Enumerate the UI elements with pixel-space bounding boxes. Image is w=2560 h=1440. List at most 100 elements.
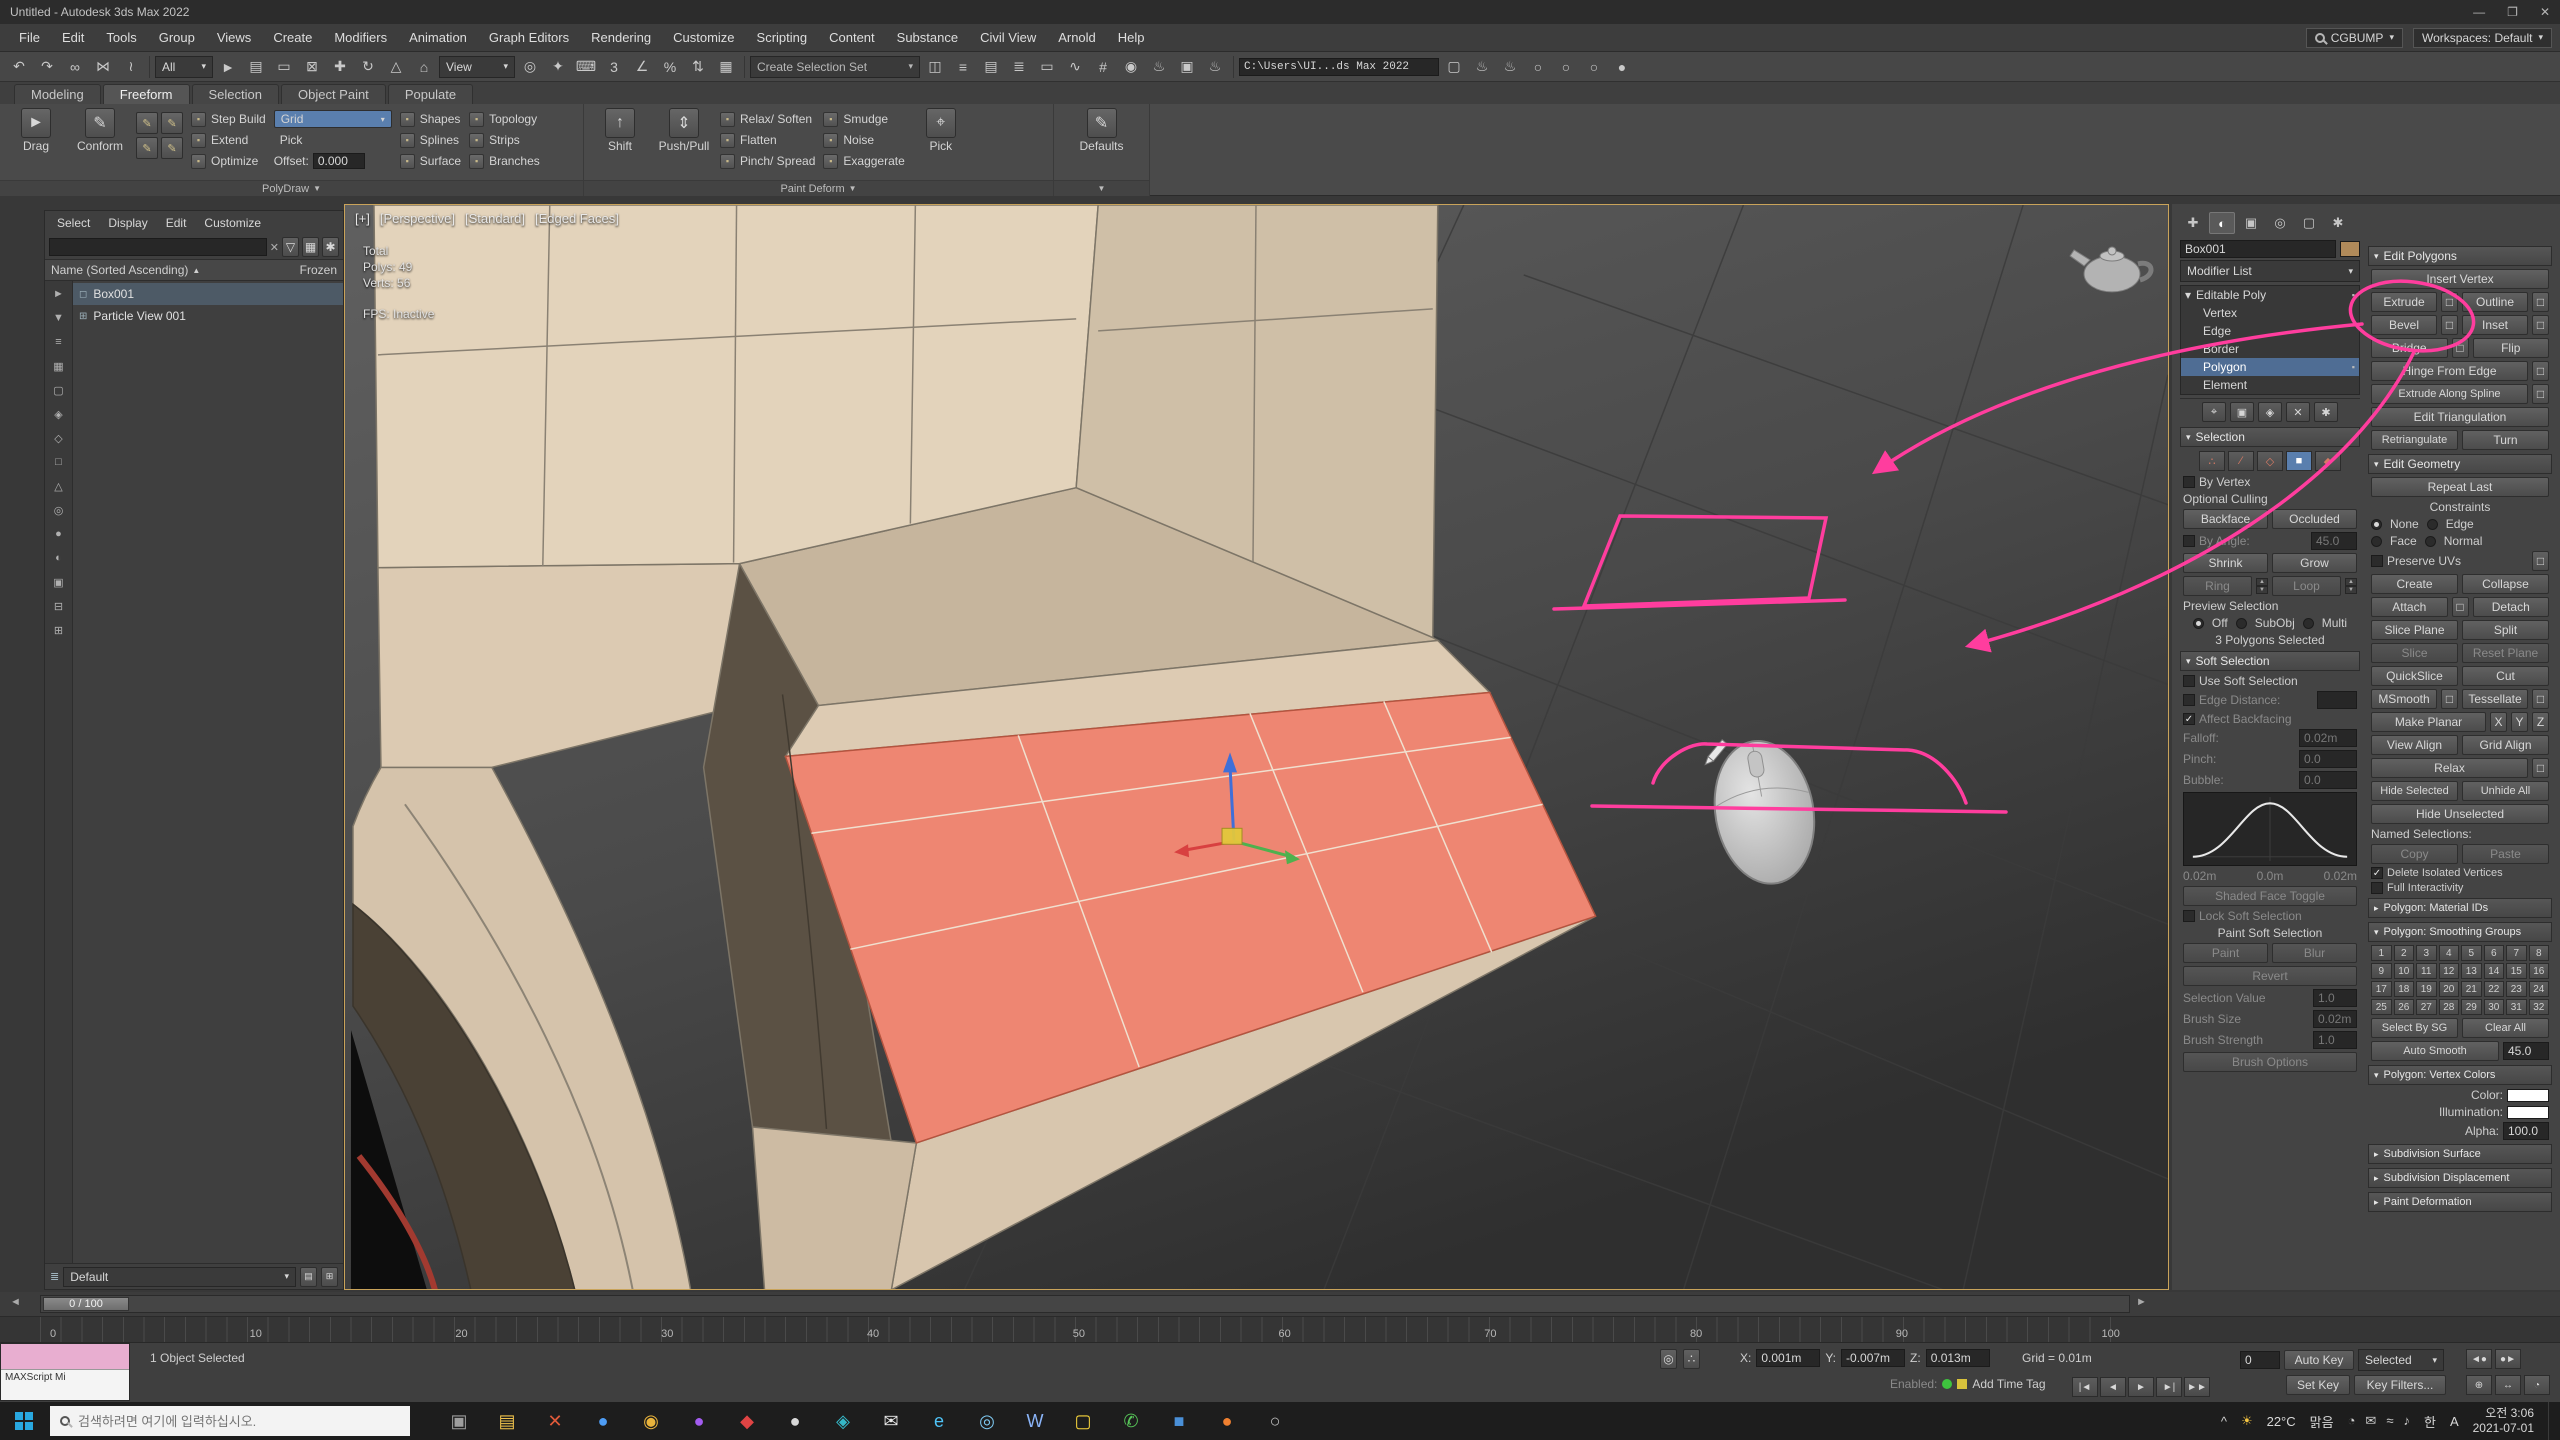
align-icon[interactable]: ≡	[950, 55, 976, 79]
auto-smooth-field[interactable]: 45.0	[2503, 1042, 2549, 1060]
insert-vertex-button[interactable]: Insert Vertex	[2371, 269, 2549, 289]
illumination-swatch[interactable]	[2507, 1106, 2549, 1119]
tray-icon[interactable]: ✉	[2365, 1413, 2376, 1429]
edge-mode-icon[interactable]: ∕	[2228, 451, 2254, 471]
named-selection-set-dropdown[interactable]: Create Selection Set ▾	[750, 56, 920, 78]
outline-button[interactable]: Outline	[2462, 292, 2528, 312]
explorer-tool-icon[interactable]: ≡	[50, 333, 68, 351]
drag-tool[interactable]: ► Drag	[8, 108, 64, 180]
account-dropdown[interactable]: CGBUMP ▾	[2306, 28, 2403, 48]
clear-search-icon[interactable]: ✕	[270, 241, 279, 254]
render-iterative-icon[interactable]: ♨	[1497, 55, 1523, 79]
vertex-color-swatch[interactable]	[2507, 1089, 2549, 1102]
smoothing-group-24[interactable]: 24	[2529, 981, 2550, 997]
key-filters-button[interactable]: Key Filters...	[2354, 1375, 2446, 1395]
select-by-sg-button[interactable]: Select By SG	[2371, 1018, 2458, 1038]
smoothing-group-20[interactable]: 20	[2439, 981, 2460, 997]
stack-item-border[interactable]: Border	[2181, 340, 2359, 358]
cut-button[interactable]: Cut	[2462, 666, 2549, 686]
object-color-swatch[interactable]	[2340, 241, 2360, 257]
select-and-scale-icon[interactable]: △	[383, 55, 409, 79]
slice-plane-button[interactable]: Slice Plane	[2371, 620, 2458, 640]
taskbar-search-input[interactable]	[78, 1414, 378, 1429]
smoothing-group-29[interactable]: 29	[2461, 999, 2482, 1015]
show-desktop-button[interactable]	[2548, 1402, 2554, 1440]
constraint-edge-radio[interactable]	[2427, 519, 2438, 530]
taskbar-app-icon[interactable]: ✕	[534, 1402, 576, 1440]
menu-content[interactable]: Content	[818, 24, 886, 51]
create-tab[interactable]: ✚	[2180, 212, 2206, 234]
tray-icon[interactable]: ◔	[2348, 1413, 2356, 1429]
ribbon-tab-freeform[interactable]: Freeform	[103, 84, 190, 104]
hidden-icons-chevron[interactable]: ^	[2221, 1414, 2227, 1429]
name-column-header[interactable]: Name (Sorted Ascending)	[51, 263, 188, 277]
taskbar-app-icon[interactable]: ◆	[726, 1402, 768, 1440]
constraint-normal-radio[interactable]	[2425, 536, 2436, 547]
undo-icon[interactable]: ↶	[6, 55, 32, 79]
unhide-all-button[interactable]: Unhide All	[2462, 781, 2549, 801]
selection-value-field[interactable]: 1.0	[2313, 989, 2357, 1007]
delete-isolated-vertices-checkbox[interactable]: ✓	[2371, 867, 2383, 879]
menu-customize[interactable]: Customize	[662, 24, 745, 51]
taskbar-app-icon[interactable]: ●	[1206, 1402, 1248, 1440]
hinge-settings-icon[interactable]: □	[2532, 361, 2549, 381]
paint-deform-flatten[interactable]: ▪Flatten	[720, 131, 815, 149]
msmooth-button[interactable]: MSmooth	[2371, 689, 2437, 709]
explorer-tool-icon[interactable]: ▼	[50, 309, 68, 327]
shrink-button[interactable]: Shrink	[2183, 553, 2268, 573]
smoothing-group-23[interactable]: 23	[2506, 981, 2527, 997]
use-soft-selection-checkbox[interactable]	[2183, 675, 2195, 687]
explorer-search-input[interactable]	[49, 238, 267, 256]
smoothing-group-25[interactable]: 25	[2371, 999, 2392, 1015]
vertex-mode-icon[interactable]: ∴	[2199, 451, 2225, 471]
explorer-tool-icon[interactable]: ▣	[50, 573, 68, 591]
layer-explorer-toggle-icon[interactable]: ≣	[1006, 55, 1032, 79]
blur-button[interactable]: Blur	[2272, 943, 2357, 963]
clear-all-button[interactable]: Clear All	[2462, 1018, 2549, 1038]
paint-deform-noise[interactable]: ▪Noise	[823, 131, 904, 149]
playback-button[interactable]: ►|	[2156, 1377, 2182, 1397]
smoothing-group-13[interactable]: 13	[2461, 963, 2482, 979]
object-name-field[interactable]: Box001	[2180, 240, 2336, 258]
quickslice-button[interactable]: QuickSlice	[2371, 666, 2458, 686]
menu-graph-editors[interactable]: Graph Editors	[478, 24, 580, 51]
window-crossing-icon[interactable]: ⊠	[299, 55, 325, 79]
tray-icon[interactable]: ♪	[2403, 1413, 2410, 1429]
material-ids-rollout-header[interactable]: ▸Polygon: Material IDs	[2368, 898, 2552, 918]
subdivision-displacement-rollout-header[interactable]: ▸Subdivision Displacement	[2368, 1168, 2552, 1188]
by-angle-checkbox[interactable]	[2183, 535, 2195, 547]
element-mode-icon[interactable]: ◆	[2315, 451, 2341, 471]
explorer-tool-icon[interactable]: ◇	[50, 429, 68, 447]
create-button[interactable]: Create	[2371, 574, 2458, 594]
smoothing-group-4[interactable]: 4	[2439, 945, 2460, 961]
smoothing-group-9[interactable]: 9	[2371, 963, 2392, 979]
modify-tab[interactable]: ◐	[2209, 212, 2235, 234]
conform-brush-icon[interactable]: ✎	[136, 112, 158, 134]
conform-tool[interactable]: ✎ Conform	[72, 108, 128, 180]
push-pull-tool[interactable]: ⇕ Push/Pull	[656, 108, 712, 180]
by-vertex-checkbox[interactable]	[2183, 476, 2195, 488]
unlink-selection-icon[interactable]: ⋈	[90, 55, 116, 79]
stack-item-edge[interactable]: Edge	[2181, 322, 2359, 340]
paint-deform-exaggerate[interactable]: ▪Exaggerate	[823, 152, 904, 170]
turn-button[interactable]: Turn	[2462, 430, 2549, 450]
smoothing-group-18[interactable]: 18	[2394, 981, 2415, 997]
menu-substance[interactable]: Substance	[886, 24, 969, 51]
view-align-button[interactable]: View Align	[2371, 735, 2458, 755]
polydraw-panel-label[interactable]: PolyDraw▼	[0, 180, 583, 196]
motion-tab[interactable]: ◎	[2267, 212, 2293, 234]
select-object-icon[interactable]: ►	[215, 55, 241, 79]
mirror-icon[interactable]: ◫	[922, 55, 948, 79]
angle-snap-icon[interactable]: ∠	[629, 55, 655, 79]
rectangular-selection-icon[interactable]: ▭	[271, 55, 297, 79]
next-frame-icon[interactable]: ►	[2136, 1296, 2147, 1308]
occluded-button[interactable]: Occluded	[2272, 509, 2357, 529]
split-button[interactable]: Split	[2462, 620, 2549, 640]
smoothing-group-3[interactable]: 3	[2416, 945, 2437, 961]
playback-button[interactable]: ►►	[2184, 1377, 2210, 1397]
taskbar-app-icon[interactable]: ◈	[822, 1402, 864, 1440]
retriangulate-button[interactable]: Retriangulate	[2371, 430, 2458, 450]
taskbar-app-icon[interactable]: ◎	[966, 1402, 1008, 1440]
bevel-button[interactable]: Bevel	[2371, 315, 2437, 335]
subdivision-surface-rollout-header[interactable]: ▸Subdivision Surface	[2368, 1144, 2552, 1164]
